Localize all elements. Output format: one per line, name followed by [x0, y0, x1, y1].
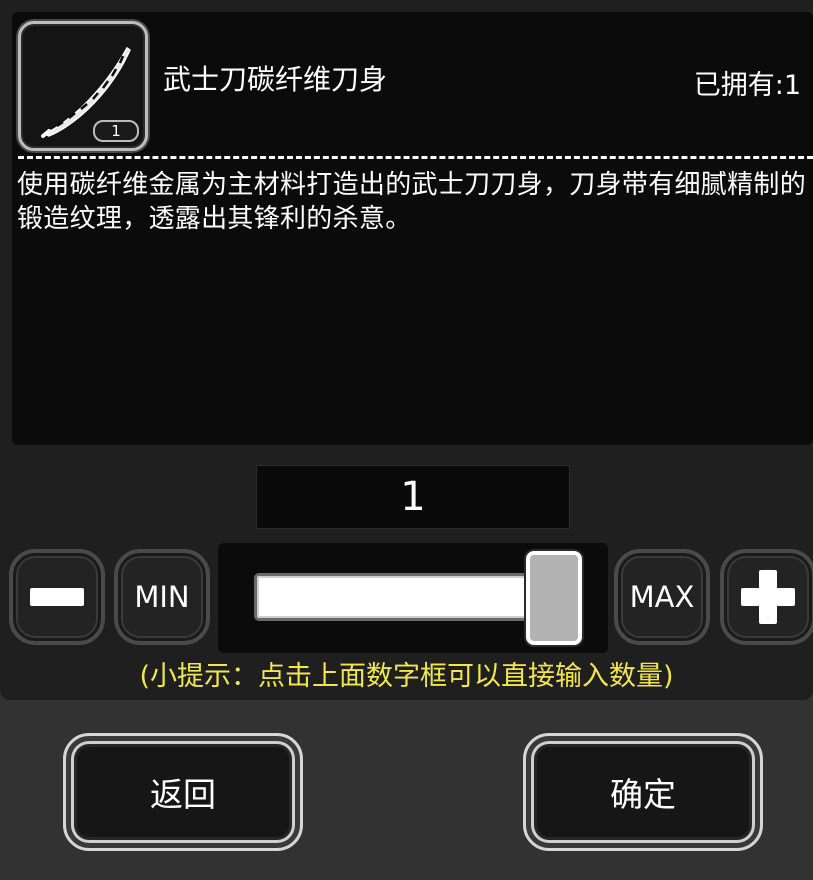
- item-count-badge: 1: [93, 120, 139, 142]
- slider-track[interactable]: [254, 573, 564, 621]
- quantity-slider: [218, 543, 608, 653]
- min-button[interactable]: MIN: [114, 549, 210, 645]
- item-name: 武士刀碳纤维刀身: [163, 63, 388, 96]
- minus-icon: [30, 588, 84, 606]
- back-button[interactable]: 返回: [63, 733, 303, 851]
- owned-count: 已拥有:1: [693, 70, 801, 101]
- dialog-top-panel: 1 武士刀碳纤维刀身 已拥有:1 使用碳纤维金属为主材料打造出的武士刀刀身，刀身…: [0, 0, 813, 700]
- hint-text: (小提示：点击上面数字框可以直接输入数量): [139, 661, 674, 692]
- plus-icon: [741, 570, 795, 624]
- decrease-button[interactable]: [9, 549, 105, 645]
- quantity-input[interactable]: 1: [256, 465, 570, 529]
- slider-fill: [260, 579, 564, 615]
- item-description: 使用碳纤维金属为主材料打造出的武士刀刀身，刀身带有细腻精制的锻造纹理，透露出其锋…: [17, 170, 807, 234]
- increase-button[interactable]: [720, 549, 813, 645]
- item-slot: 1: [18, 21, 148, 151]
- item-use-dialog: 1 武士刀碳纤维刀身 已拥有:1 使用碳纤维金属为主材料打造出的武士刀刀身，刀身…: [0, 0, 813, 880]
- slider-thumb[interactable]: [526, 551, 582, 645]
- confirm-button[interactable]: 确定: [523, 733, 763, 851]
- max-button[interactable]: MAX: [614, 549, 710, 645]
- dashed-divider: [18, 156, 813, 159]
